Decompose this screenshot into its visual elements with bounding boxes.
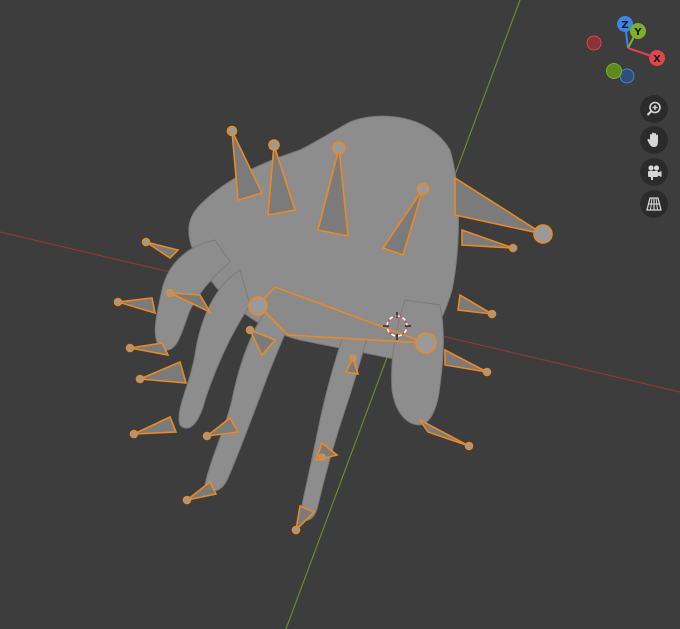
bone-head[interactable] bbox=[202, 431, 212, 441]
bone-head[interactable] bbox=[135, 374, 145, 384]
negative-z-handle[interactable] bbox=[619, 68, 635, 84]
bone-head[interactable] bbox=[129, 429, 139, 439]
bone[interactable] bbox=[186, 480, 218, 501]
bone[interactable] bbox=[457, 293, 493, 315]
bone[interactable] bbox=[454, 176, 544, 235]
bone[interactable] bbox=[133, 415, 178, 435]
bone-head[interactable] bbox=[141, 237, 151, 247]
bone-head[interactable] bbox=[332, 141, 346, 155]
y-axis-handle[interactable]: Y bbox=[630, 23, 646, 39]
root-bone-head[interactable] bbox=[248, 296, 268, 316]
bone-head[interactable] bbox=[533, 224, 553, 244]
bone-head[interactable] bbox=[125, 343, 135, 353]
hand-pan-icon bbox=[647, 132, 658, 147]
3d-viewport[interactable]: Z Y X bbox=[0, 0, 680, 629]
bone[interactable] bbox=[419, 419, 470, 447]
camera-view-button[interactable] bbox=[640, 158, 668, 186]
bone-head[interactable] bbox=[487, 309, 497, 319]
bone-head[interactable] bbox=[165, 288, 175, 298]
bone-head[interactable] bbox=[464, 441, 474, 451]
negative-x-handle[interactable] bbox=[586, 35, 602, 51]
bone-head[interactable] bbox=[113, 297, 123, 307]
index-finger[interactable] bbox=[299, 329, 369, 521]
bone-head[interactable] bbox=[349, 354, 357, 362]
bone[interactable] bbox=[139, 360, 188, 384]
bone[interactable] bbox=[444, 348, 488, 373]
bone-head[interactable] bbox=[268, 139, 280, 151]
bone-head[interactable] bbox=[245, 325, 255, 335]
bone[interactable] bbox=[461, 228, 514, 249]
pan-button[interactable] bbox=[640, 126, 668, 154]
bone-head[interactable] bbox=[482, 367, 492, 377]
bone-head[interactable] bbox=[416, 182, 430, 196]
navigation-gizmo[interactable]: Z Y X bbox=[578, 12, 670, 92]
bone[interactable] bbox=[129, 342, 170, 357]
bone-head[interactable] bbox=[182, 495, 192, 505]
negative-y-handle[interactable] bbox=[606, 63, 622, 79]
bone[interactable] bbox=[145, 241, 180, 260]
bone-head[interactable] bbox=[291, 525, 301, 535]
perspective-toggle-button[interactable] bbox=[640, 190, 668, 218]
thumb[interactable] bbox=[391, 299, 444, 426]
zoom-button[interactable] bbox=[640, 95, 668, 123]
svg-text:Z: Z bbox=[621, 20, 628, 31]
camera-icon bbox=[648, 165, 662, 180]
bone-head[interactable] bbox=[318, 453, 326, 461]
root-bone-tail[interactable] bbox=[415, 332, 437, 354]
zoom-icon bbox=[646, 101, 661, 116]
bone-head[interactable] bbox=[508, 243, 518, 253]
grid-perspective-icon bbox=[646, 197, 662, 211]
scene-canvas[interactable] bbox=[0, 0, 680, 629]
x-axis-handle[interactable]: X bbox=[649, 50, 665, 66]
bone-head[interactable] bbox=[226, 125, 238, 137]
svg-text:Y: Y bbox=[633, 27, 642, 38]
bone[interactable] bbox=[231, 130, 264, 202]
bone[interactable] bbox=[117, 297, 157, 315]
svg-text:X: X bbox=[653, 54, 661, 65]
